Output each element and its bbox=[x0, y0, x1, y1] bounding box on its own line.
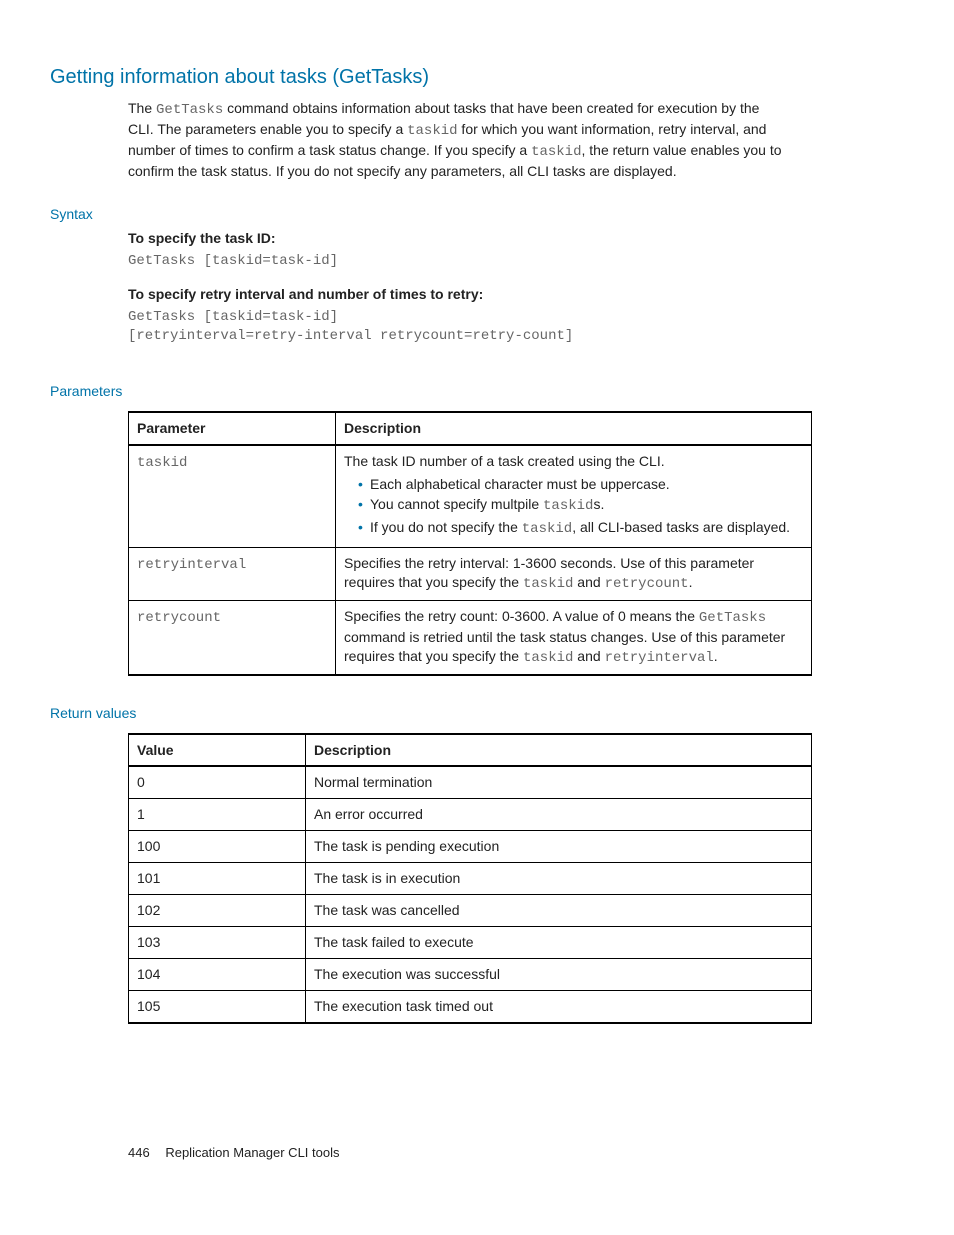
rv-desc: The execution was successful bbox=[306, 958, 812, 990]
return-values-heading: Return values bbox=[50, 704, 804, 723]
intro-cmd: GetTasks bbox=[156, 102, 223, 118]
param-desc-lead: The task ID number of a task created usi… bbox=[344, 453, 665, 469]
rv-value: 103 bbox=[129, 926, 306, 958]
param-code: retrycount bbox=[605, 576, 689, 592]
table-row: 0Normal termination bbox=[129, 766, 812, 798]
table-row: retrycount Specifies the retry count: 0-… bbox=[129, 601, 812, 675]
rv-desc: The task failed to execute bbox=[306, 926, 812, 958]
bullet-code: taskid bbox=[522, 521, 572, 537]
bullet-code: taskid bbox=[543, 498, 593, 514]
page-footer: 446 Replication Manager CLI tools bbox=[128, 1144, 804, 1162]
param-desc: . bbox=[689, 574, 693, 590]
param-header-parameter: Parameter bbox=[129, 412, 336, 445]
rv-value: 104 bbox=[129, 958, 306, 990]
table-row: retryinterval Specifies the retry interv… bbox=[129, 548, 812, 601]
bullet-text: If you do not specify the bbox=[370, 519, 522, 535]
rv-value: 1 bbox=[129, 799, 306, 831]
bullet-text: , all CLI-based tasks are displayed. bbox=[572, 519, 790, 535]
param-code: GetTasks bbox=[699, 610, 766, 626]
page-title: Getting information about tasks (GetTask… bbox=[50, 64, 804, 91]
param-desc: Specifies the retry count: 0-3600. A val… bbox=[344, 608, 699, 624]
rv-header-value: Value bbox=[129, 734, 306, 767]
param-name: retrycount bbox=[137, 610, 221, 626]
table-row: 103The task failed to execute bbox=[129, 926, 812, 958]
param-name: retryinterval bbox=[137, 557, 246, 573]
intro-taskid: taskid bbox=[531, 144, 581, 160]
intro-text: The bbox=[128, 100, 156, 116]
intro-taskid: taskid bbox=[407, 123, 457, 139]
param-bullet: Each alphabetical character must be uppe… bbox=[358, 475, 803, 494]
rv-desc: The task is in execution bbox=[306, 863, 812, 895]
param-code: taskid bbox=[523, 650, 573, 666]
param-name: taskid bbox=[137, 455, 187, 471]
parameters-heading: Parameters bbox=[50, 382, 804, 401]
table-row: 105The execution task timed out bbox=[129, 990, 812, 1022]
table-row: taskid The task ID number of a task crea… bbox=[129, 445, 812, 548]
bullet-text: Each alphabetical character must be uppe… bbox=[370, 476, 670, 492]
syntax-spec2-label: To specify retry interval and number of … bbox=[128, 285, 804, 304]
table-row: 104The execution was successful bbox=[129, 958, 812, 990]
intro-paragraph: The GetTasks command obtains information… bbox=[128, 99, 784, 181]
table-row: 100The task is pending execution bbox=[129, 831, 812, 863]
param-desc: and bbox=[573, 648, 604, 664]
table-row: 102The task was cancelled bbox=[129, 895, 812, 927]
syntax-spec2-code-line1: GetTasks [taskid=task-id] bbox=[128, 308, 804, 327]
bullet-text: s. bbox=[593, 496, 604, 512]
rv-value: 105 bbox=[129, 990, 306, 1022]
syntax-spec1-code: GetTasks [taskid=task-id] bbox=[128, 252, 804, 271]
parameters-table: Parameter Description taskid The task ID… bbox=[128, 411, 812, 676]
table-row: 1An error occurred bbox=[129, 799, 812, 831]
param-bullet: If you do not specify the taskid, all CL… bbox=[358, 518, 803, 539]
footer-doc-title: Replication Manager CLI tools bbox=[165, 1145, 339, 1160]
table-row: 101The task is in execution bbox=[129, 863, 812, 895]
rv-desc: An error occurred bbox=[306, 799, 812, 831]
param-code: retryinterval bbox=[605, 650, 714, 666]
syntax-spec1-label: To specify the task ID: bbox=[128, 229, 804, 248]
rv-value: 101 bbox=[129, 863, 306, 895]
param-desc: and bbox=[573, 574, 604, 590]
rv-header-description: Description bbox=[306, 734, 812, 767]
syntax-spec2-code-line2: [retryinterval=retry-interval retrycount… bbox=[128, 327, 804, 346]
rv-desc: The execution task timed out bbox=[306, 990, 812, 1022]
param-code: taskid bbox=[523, 576, 573, 592]
rv-desc: Normal termination bbox=[306, 766, 812, 798]
param-desc: . bbox=[714, 648, 718, 664]
syntax-heading: Syntax bbox=[50, 205, 804, 224]
return-values-table: Value Description 0Normal termination 1A… bbox=[128, 733, 812, 1024]
rv-desc: The task was cancelled bbox=[306, 895, 812, 927]
bullet-text: You cannot specify multpile bbox=[370, 496, 543, 512]
page-number: 446 bbox=[128, 1145, 150, 1160]
rv-value: 100 bbox=[129, 831, 306, 863]
param-header-description: Description bbox=[336, 412, 812, 445]
rv-value: 102 bbox=[129, 895, 306, 927]
param-bullet: You cannot specify multpile taskids. bbox=[358, 495, 803, 516]
rv-desc: The task is pending execution bbox=[306, 831, 812, 863]
rv-value: 0 bbox=[129, 766, 306, 798]
